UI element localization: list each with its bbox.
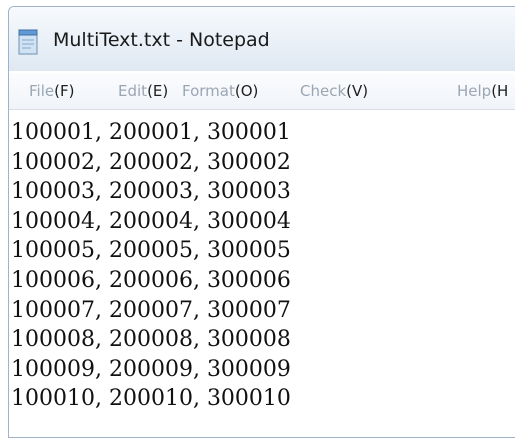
text-line: 100007, 200007, 300007 xyxy=(11,297,291,323)
text-line: 100004, 200004, 300004 xyxy=(11,208,291,234)
title-bar[interactable]: MultiText.txt - Notepad xyxy=(9,7,515,71)
text-line: 100010, 200010, 300010 xyxy=(11,386,291,412)
menu-edit[interactable]: Edit(E) xyxy=(118,82,168,100)
menu-check-key: (V) xyxy=(346,82,369,100)
menu-help-key: (H xyxy=(491,82,509,100)
menu-help[interactable]: Help(H xyxy=(457,82,508,100)
menu-help-label: Help xyxy=(457,82,492,100)
menu-file-label: File xyxy=(29,82,55,100)
notepad-window: MultiText.txt - Notepad File(F) Edit(E) … xyxy=(8,6,515,438)
menu-edit-label: Edit xyxy=(118,82,148,100)
text-line: 100008, 200008, 300008 xyxy=(11,327,291,353)
text-line: 100005, 200005, 300005 xyxy=(11,238,291,264)
text-line: 100009, 200009, 300009 xyxy=(11,356,291,382)
menu-check[interactable]: Check(V) xyxy=(300,82,368,100)
menu-format-key: (O) xyxy=(234,82,259,100)
menu-file-key: (F) xyxy=(54,82,75,100)
text-line: 100006, 200006, 300006 xyxy=(11,267,291,293)
menu-format[interactable]: Format(O) xyxy=(182,82,258,100)
text-line: 100001, 200001, 300001 xyxy=(11,120,291,145)
notepad-icon xyxy=(18,29,38,55)
menu-format-label: Format xyxy=(182,82,235,100)
window-title: MultiText.txt - Notepad xyxy=(53,29,270,51)
text-editor[interactable]: 100001, 200001, 300001 100002, 200002, 3… xyxy=(9,110,515,437)
text-line: 100003, 200003, 300003 xyxy=(11,179,291,205)
menu-file[interactable]: File(F) xyxy=(29,82,74,100)
menu-edit-key: (E) xyxy=(147,82,169,100)
menu-bar: File(F) Edit(E) Format(O) Check(V) Help(… xyxy=(9,73,515,110)
menu-check-label: Check xyxy=(300,82,347,100)
text-line: 100002, 200002, 300002 xyxy=(11,149,291,175)
